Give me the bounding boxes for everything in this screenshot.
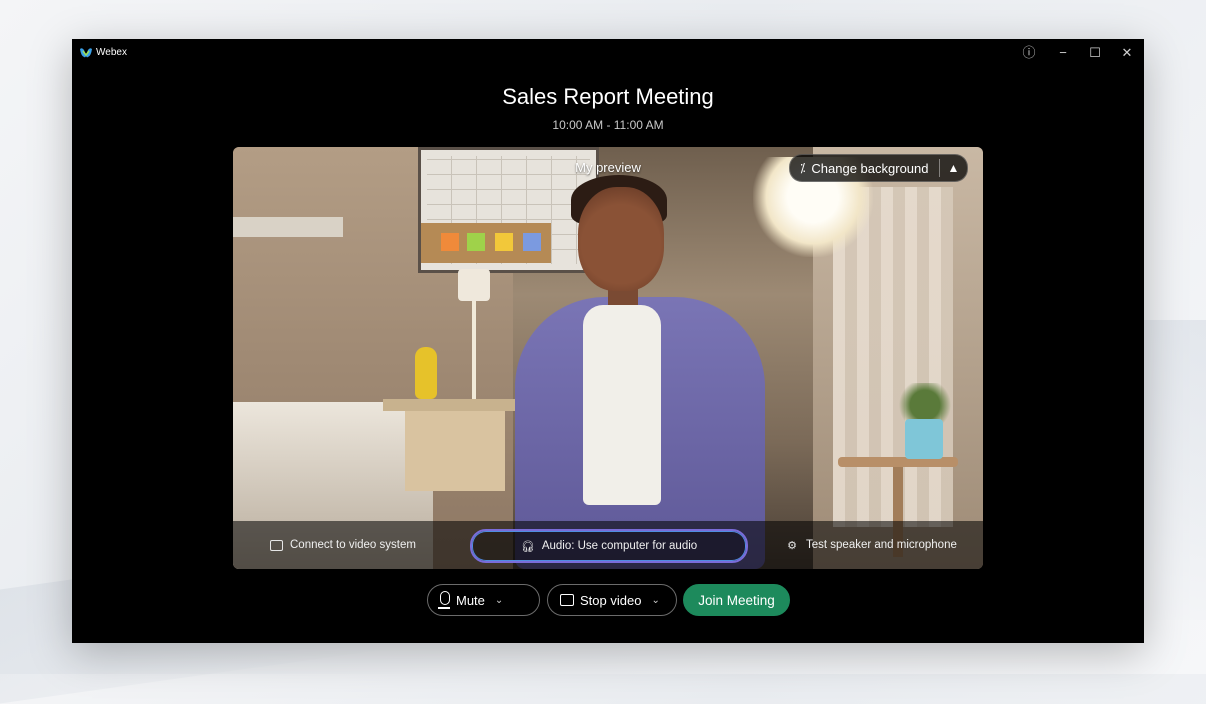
minimize-icon[interactable]: − [1054,44,1072,62]
audio-option-button[interactable]: 🎧︎ Audio: Use computer for audio [470,529,748,563]
meeting-controls: Mute ⌄ Stop video ⌄ Join Meeting [72,584,1144,616]
change-background-label: Change background [811,160,929,176]
headset-icon: 🎧︎ [520,540,535,553]
webex-logo-icon [80,48,92,58]
mute-label: Mute [456,592,485,608]
stop-video-label: Stop video [580,592,642,608]
video-preview: My preview ⁒ Change background ▲ Connect… [233,147,983,569]
title-bar: Webex ⓘ − ☐ ✕ [72,39,1144,67]
microphone-icon [437,591,450,609]
preview-vase [415,347,437,399]
chevron-down-icon[interactable]: ⌄ [651,595,659,606]
preview-sticky-note [523,233,541,251]
webex-window: Webex ⓘ − ☐ ✕ Sales Report Meeting 10:00… [72,39,1144,643]
chevron-down-icon[interactable]: ⌄ [495,595,503,606]
expand-icon[interactable]: ▲ [948,161,960,175]
close-icon[interactable]: ✕ [1118,44,1136,62]
preview-lamp [472,301,476,399]
mute-button[interactable]: Mute ⌄ [427,584,540,616]
preview-plant-pot [905,419,943,459]
preview-bottom-bar: Connect to video system 🎧︎ Audio: Use co… [233,521,983,569]
preview-sticky-note [495,233,513,251]
camera-icon [560,594,574,606]
app-name: Webex [96,47,127,58]
preview-sticky-note [467,233,485,251]
test-speaker-mic-button[interactable]: ⚙ Test speaker and microphone [785,521,957,569]
change-background-button[interactable]: ⁒ Change background ▲ [789,154,969,182]
gear-icon: ⚙ [787,539,797,552]
preview-person [578,187,664,291]
maximize-icon[interactable]: ☐ [1086,44,1104,62]
connect-label: Connect to video system [290,539,416,551]
audio-label: Audio: Use computer for audio [541,540,698,552]
preview-lamp [458,269,490,301]
preview-shelf [233,217,343,237]
stop-video-button[interactable]: Stop video ⌄ [547,584,677,616]
preview-sticky-note [441,233,459,251]
info-icon[interactable]: ⓘ [1020,44,1038,62]
preview-person [583,305,661,505]
divider [938,159,940,177]
meeting-time: 10:00 AM - 11:00 AM [552,118,664,132]
connect-video-system-button[interactable]: Connect to video system [269,521,416,569]
join-meeting-button[interactable]: Join Meeting [683,584,790,616]
test-label: Test speaker and microphone [806,539,957,551]
preview-desk [405,411,505,491]
video-system-icon [269,538,283,552]
preview-desk [383,399,523,411]
meeting-title: Sales Report Meeting [502,84,714,109]
magic-wand-icon: ⁒ [800,161,806,175]
